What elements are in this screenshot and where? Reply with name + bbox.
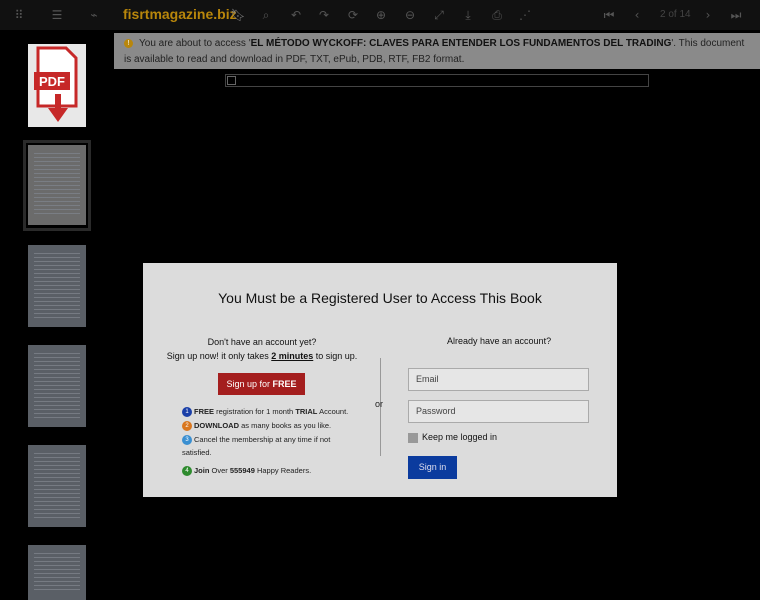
or-separator: or [375,399,384,409]
feature-item: 3 Cancel the membership at any time if no… [182,435,331,457]
notice-text-before: You are about to access ' [139,38,251,49]
print-icon[interactable]: ⎙ [488,6,506,24]
zoom-out-icon[interactable]: ⊖ [401,6,419,24]
next-page-icon[interactable]: › [699,6,717,24]
signup-button[interactable]: Sign up for FREE [218,373,305,395]
registration-modal: You Must be a Registered User to Access … [143,263,617,497]
no-account-text: Don't have an account yet? [207,337,317,347]
attachment-icon[interactable]: ⌁ [85,6,103,24]
password-field[interactable]: Password [408,400,589,423]
keep-logged-in-label: Keep me logged in [422,432,498,442]
modal-title: You Must be a Registered User to Access … [218,290,542,306]
number-badge-icon: 2 [182,421,192,432]
number-badge-icon: 4 [182,466,192,477]
keep-logged-in-checkbox[interactable] [408,433,418,443]
number-badge-icon: 3 [182,435,192,446]
thumbnail-page-2[interactable] [28,145,86,225]
page-image-placeholder [225,74,649,87]
site-title[interactable]: fisrtmagazine.biz [123,6,237,22]
fullscreen-icon[interactable]: ⤢ [430,6,448,24]
notice-book-title: EL MÉTODO WYCKOFF: CLAVES PARA ENTENDER … [250,38,672,49]
feature-item: 1 FREE registration for 1 month TRIAL Acc… [182,405,348,418]
pdf-download-icon: PDF [34,46,78,122]
viewer-toolbar: ⠿ ☰ ⌁ fisrtmagazine.biz 🔖︎ ⌕ ↶ ↷ ⟳ ⊕ ⊖ ⤢… [0,0,760,30]
last-page-icon[interactable]: ⏭ [727,6,745,24]
access-notice: ! You are about to access 'EL MÉTODO WYCK… [114,33,760,69]
undo-icon[interactable]: ↶ [287,6,305,24]
signin-button[interactable]: Sign in [408,456,457,479]
feature-item: 2 DOWNLOAD as many books as you like. [182,419,331,432]
info-icon: ! [124,38,133,48]
email-field[interactable]: Email [408,368,589,391]
have-account-text: Already have an account? [447,336,552,346]
redo-icon[interactable]: ↷ [315,6,333,24]
signup-prompt: Sign up now! it only takes 2 minutes to … [166,351,358,361]
list-icon[interactable]: ☰ [48,6,66,24]
thumbnail-sidebar: PDF [0,30,110,600]
thumbnail-page-4[interactable] [28,345,86,427]
zoom-in-icon[interactable]: ⊕ [372,6,390,24]
prev-page-icon[interactable]: ‹ [628,6,646,24]
rotate-icon[interactable]: ⟳ [344,6,362,24]
first-page-icon[interactable]: ⏮ [600,6,618,24]
pdf-thumbnail[interactable]: PDF [28,44,86,127]
signup-duration: 2 minutes [271,351,314,361]
thumbnail-page-6[interactable] [28,545,86,600]
page-counter: 2 of 14 [660,9,691,20]
feature-item: 4 Join Over 555949 Happy Readers. [182,464,311,477]
pdf-label: PDF [39,74,65,89]
share-icon[interactable]: ⋰ [516,6,534,24]
signup-column: Don't have an account yet? Sign up now! … [153,335,371,363]
thumbnail-page-5[interactable] [28,445,86,527]
broken-image-icon [227,76,236,85]
number-badge-icon: 1 [182,407,192,418]
download-icon[interactable]: ⤓ [459,6,477,24]
bookmark-icon[interactable]: 🔖︎ [229,6,247,24]
grid-icon[interactable]: ⠿ [10,6,28,24]
thumbnail-page-3[interactable] [28,245,86,327]
search-icon[interactable]: ⌕ [257,6,275,24]
